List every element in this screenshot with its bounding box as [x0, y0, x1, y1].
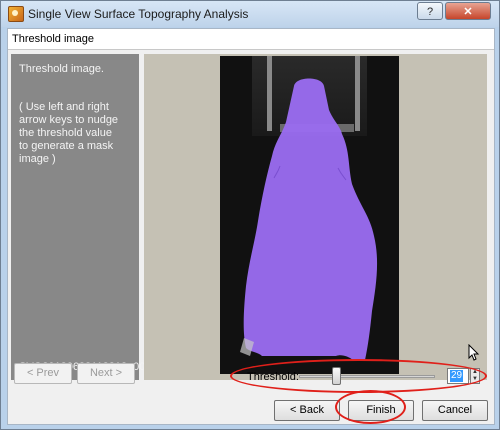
threshold-callout-ellipse — [230, 359, 487, 393]
prev-button[interactable]: < Prev — [14, 363, 72, 384]
cancel-button[interactable]: Cancel — [422, 400, 488, 421]
instructions-text: ( Use left and right arrow keys to nudge… — [19, 101, 119, 165]
mask-overlay — [240, 78, 378, 360]
finish-callout-ellipse — [335, 390, 406, 424]
next-button[interactable]: Next > — [77, 363, 135, 384]
help-button[interactable]: ? — [417, 2, 443, 20]
step-title: Threshold image. — [19, 63, 104, 75]
wizard-window: Single View Surface Topography Analysis … — [0, 0, 500, 430]
app-icon — [8, 6, 24, 22]
title-bar[interactable]: Single View Surface Topography Analysis … — [1, 1, 499, 27]
window-title: Single View Surface Topography Analysis — [28, 7, 249, 21]
threshold-image[interactable] — [220, 56, 399, 374]
mouse-mask-shape — [243, 78, 378, 360]
back-button[interactable]: < Back — [274, 400, 340, 421]
image-viewer — [144, 54, 487, 380]
step-header: Threshold image — [8, 29, 494, 50]
close-button[interactable]: ✕ — [445, 2, 491, 20]
instruction-panel: Threshold image. ( Use left and right ar… — [11, 54, 152, 380]
step-header-title: Threshold image — [12, 33, 94, 45]
mouse-cursor-icon — [468, 344, 480, 361]
